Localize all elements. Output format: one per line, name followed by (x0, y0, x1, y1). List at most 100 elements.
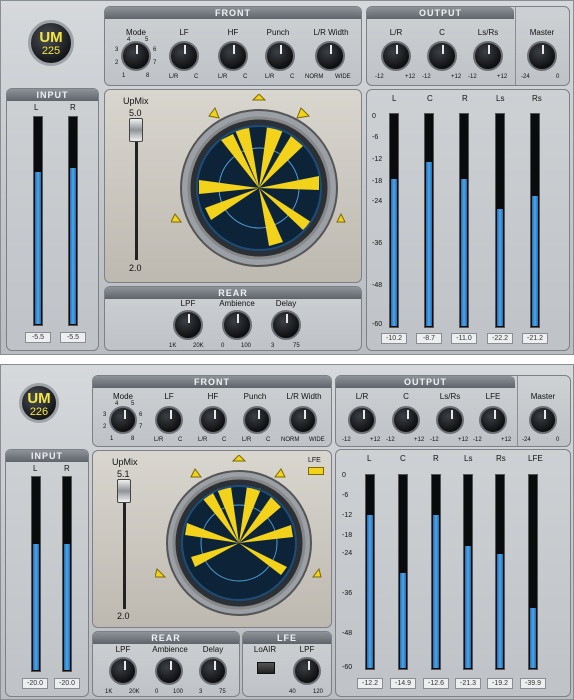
output-c-knob[interactable] (427, 41, 457, 71)
lfe-panel: LFE LoAIR LPF 40 120 (242, 631, 332, 697)
input-meter-panel: INPUT L R -5.5 -5.5 (6, 88, 99, 351)
meter-level-fill (64, 543, 70, 670)
upmix-display-panel-2: UpMix 5.1 2.0 LFE (92, 450, 332, 628)
lr-width-label: L/R Width (313, 28, 349, 37)
divider (517, 376, 518, 446)
output-meter-rs (530, 113, 540, 328)
input-meter-l (33, 116, 43, 326)
master-label: Master (529, 28, 555, 37)
output-meter-c (424, 113, 434, 328)
front-panel: FRONT Mode 4 5 3 6 2 7 1 8 LF L/R C HF L… (104, 6, 362, 86)
upmix-label: UpMix (123, 96, 149, 106)
mode-knob[interactable] (121, 41, 151, 71)
upmix-display-panel: UpMix 5.0 2.0 (104, 89, 362, 283)
output-meter-l-2 (365, 474, 375, 670)
hf-knob[interactable] (218, 41, 248, 71)
meter-level-fill (426, 161, 432, 326)
output-title: OUTPUT (367, 7, 514, 19)
rear-panel-2: REAR LPF 1K 20K Ambience 0 100 Delay 3 7… (92, 631, 240, 697)
meter-level-fill (400, 573, 406, 668)
rear-ambience-knob[interactable] (222, 310, 252, 340)
meter-level-fill (70, 167, 76, 324)
rear-lpf-knob[interactable] (173, 310, 203, 340)
meter-level-fill (532, 195, 538, 326)
divider (515, 7, 516, 85)
output-meter-lfe-2 (528, 474, 538, 670)
lr-width-knob-2[interactable] (289, 406, 317, 434)
front-panel-2: FRONT Mode 4 5 3 6 2 7 1 8 LF L/R C HF L… (92, 375, 332, 447)
lfe-lpf-label: LPF (299, 645, 315, 654)
input-title-2: INPUT (6, 450, 88, 462)
punch-knob-2[interactable] (243, 406, 271, 434)
output-meter-r-2 (431, 474, 441, 670)
rear-panel: REAR LPF 1K 20K Ambience 0 100 Delay 3 7… (104, 286, 362, 351)
meter-level-fill (497, 553, 503, 668)
front-title: FRONT (105, 7, 361, 19)
output-knob-panel: OUTPUT L/R C Ls/Rs -12 +12 -12 +12 -12 +… (366, 6, 570, 86)
lr-width-knob[interactable] (315, 41, 345, 71)
plugin-um226: UM 226 FRONT Mode 4 5 3 6 2 7 1 8 LF L/R… (0, 364, 574, 700)
output-meter-rs-2 (495, 474, 505, 670)
mode-knob-2[interactable] (109, 406, 137, 434)
surround-display-icon (171, 94, 346, 267)
plugin-um225: UM 225 FRONT Mode 4 5 3 6 2 7 1 8 LF L/R… (0, 0, 574, 355)
lf-knob[interactable] (169, 41, 199, 71)
upmix-value: 5.0 (129, 108, 142, 118)
upmix-slider-handle[interactable] (129, 118, 143, 142)
output-lsrs-knob[interactable] (473, 41, 503, 71)
loair-toggle[interactable] (257, 662, 275, 674)
master-knob-2[interactable] (529, 406, 557, 434)
lfe-lpf-knob[interactable] (293, 657, 321, 685)
output-knob-panel-2: OUTPUT L/R C Ls/Rs LFE -12 +12 -12 +12 -… (335, 375, 571, 447)
um225-logo: UM 225 (28, 20, 74, 66)
surround-display-icon-2 (155, 455, 322, 616)
meter-level-fill (367, 514, 373, 668)
input-meter-r (68, 116, 78, 326)
output-lr-knob-2[interactable] (348, 406, 376, 434)
lf-knob-2[interactable] (155, 406, 183, 434)
punch-label: Punch (266, 28, 290, 37)
output-meter-panel: 0 -6 -12 -18 -24 -36 -48 -60 L C R Ls Rs… (366, 89, 570, 351)
output-lfe-knob-2[interactable] (479, 406, 507, 434)
meter-level-fill (433, 514, 439, 668)
punch-knob[interactable] (265, 41, 295, 71)
rear-ambience-knob-2[interactable] (155, 657, 183, 685)
lf-label: LF (179, 28, 189, 37)
loair-label: LoAIR (253, 645, 277, 654)
meter-level-fill (497, 208, 503, 326)
meter-level-fill (35, 172, 41, 324)
rear-delay-knob[interactable] (271, 310, 301, 340)
rear-title-2: REAR (93, 632, 239, 644)
output-meter-l (389, 113, 399, 328)
rear-delay-knob-2[interactable] (199, 657, 227, 685)
output-lr-knob[interactable] (381, 41, 411, 71)
lfe-title: LFE (243, 632, 331, 644)
um226-logo: UM 226 (19, 383, 59, 423)
input-readout-r: -5.5 (60, 332, 86, 343)
input-meter-panel-2: INPUT L R -20.0 -20.0 (5, 449, 89, 697)
output-meter-ls-2 (463, 474, 473, 670)
input-meter-l-2 (31, 476, 41, 672)
hf-label: HF (227, 28, 239, 37)
input-meter-r-2 (62, 476, 72, 672)
rear-title: REAR (105, 287, 361, 299)
master-knob[interactable] (527, 41, 557, 71)
output-meter-ls (495, 113, 505, 328)
mode-label: Mode (125, 28, 146, 37)
output-meter-r (459, 113, 469, 328)
rear-lpf-knob-2[interactable] (109, 657, 137, 685)
front-title-2: FRONT (93, 376, 331, 388)
meter-level-fill (33, 543, 39, 670)
output-c-knob-2[interactable] (392, 406, 420, 434)
meter-level-fill (461, 178, 467, 326)
input-title: INPUT (7, 89, 98, 101)
output-lsrs-knob-2[interactable] (436, 406, 464, 434)
output-meter-c-2 (398, 474, 408, 670)
hf-knob-2[interactable] (199, 406, 227, 434)
meter-level-fill (391, 178, 397, 326)
meter-level-fill (530, 607, 536, 668)
output-meter-panel-2: 0 -6 -12 -18 -24 -36 -48 -60 L C R Ls Rs… (335, 449, 571, 697)
input-readout-l: -5.5 (25, 332, 51, 343)
upmix-min: 2.0 (129, 263, 142, 273)
upmix-slider-handle-2[interactable] (117, 479, 131, 503)
